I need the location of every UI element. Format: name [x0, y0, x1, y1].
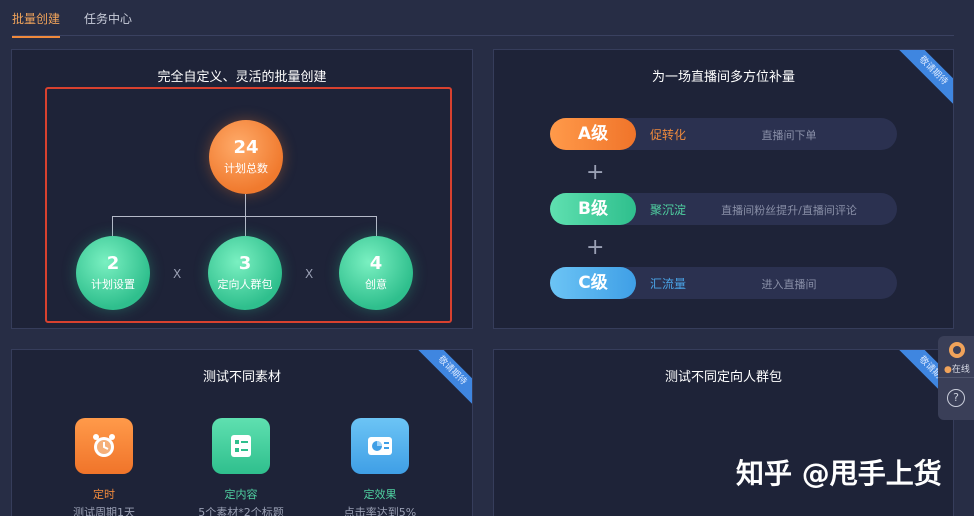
- level-a-desc: 直播间下单: [761, 129, 817, 142]
- card-title: 测试不同素材: [202, 370, 281, 385]
- plan-settings-value: 2: [106, 253, 120, 274]
- plan-settings-circle: 2 计划设置: [76, 236, 150, 310]
- org-chart-box: 24 计划总数 2 计划设置 X 3 定向人群包 X 4 创意: [45, 87, 452, 323]
- floating-service-widget: ●在线 ?: [938, 336, 974, 420]
- level-b-name: 聚沉淀: [650, 203, 687, 217]
- card-live-boost: 为一场直播间多方位补量 敬请期待 A级 促转化 直播间下单 + B级 聚沉淀 直…: [493, 49, 954, 329]
- plan-settings-label: 计划设置: [91, 278, 135, 291]
- multiply-sign: X: [173, 267, 182, 281]
- help-icon[interactable]: ?: [947, 389, 965, 407]
- card-title: 完全自定义、灵活的批量创建: [157, 70, 327, 85]
- creative-circle: 4 创意: [339, 236, 413, 310]
- online-status: ●在线: [944, 362, 970, 375]
- card-test-materials: 测试不同素材 敬请期待 定时 测试周期1天 定内容 5个素材*2个标题 定效果 …: [11, 349, 473, 516]
- total-plans-value: 24: [233, 137, 259, 158]
- creative-label: 创意: [365, 278, 387, 291]
- pie-chart-icon: [351, 418, 409, 474]
- item-timing-name: 定时: [93, 488, 115, 501]
- item-effect-desc: 点击率达到5%: [343, 506, 417, 516]
- watermark: 知乎 @甩手上货: [736, 457, 942, 490]
- online-service-button[interactable]: ●在线: [938, 336, 974, 378]
- tab-bar: 批量创建 任务中心: [12, 0, 954, 38]
- tab-batch-create[interactable]: 批量创建: [12, 10, 61, 38]
- tab-task-center[interactable]: 任务中心: [84, 10, 132, 27]
- connector-line: [112, 216, 376, 217]
- connector-line: [376, 216, 377, 236]
- level-row-a[interactable]: A级 促转化 直播间下单: [550, 118, 897, 150]
- plus-sign: +: [586, 235, 605, 260]
- headset-icon: [949, 342, 965, 358]
- item-effect-name: 定效果: [363, 488, 397, 501]
- multiply-sign: X: [305, 267, 314, 281]
- level-c-badge: C级: [550, 267, 636, 299]
- level-a-name: 促转化: [650, 128, 687, 142]
- level-b-badge: B级: [550, 193, 636, 225]
- total-plans-label: 计划总数: [224, 162, 268, 175]
- level-a-badge: A级: [550, 118, 636, 150]
- connector-line: [245, 216, 246, 236]
- audience-pack-value: 3: [238, 253, 252, 274]
- item-content-desc: 5个素材*2个标题: [198, 506, 284, 516]
- level-c-name: 汇流量: [650, 277, 687, 291]
- audience-pack-circle: 3 定向人群包: [208, 236, 282, 310]
- item-timing-desc: 测试周期1天: [73, 506, 135, 516]
- card-batch-create: 完全自定义、灵活的批量创建 24 计划总数 2 计划设置 X 3 定向人群包 X…: [11, 49, 473, 329]
- audience-pack-label: 定向人群包: [217, 278, 273, 291]
- level-c-desc: 进入直播间: [761, 278, 817, 291]
- connector-line: [112, 216, 113, 236]
- level-b-desc: 直播间粉丝提升/直播间评论: [721, 204, 857, 217]
- content-list-icon: [212, 418, 270, 474]
- card-title: 为一场直播间多方位补量: [651, 70, 795, 85]
- plus-sign: +: [586, 160, 605, 185]
- connector-line: [245, 194, 246, 216]
- total-plans-circle: 24 计划总数: [209, 120, 283, 194]
- alarm-clock-icon: [75, 418, 133, 474]
- item-content-name: 定内容: [224, 488, 258, 501]
- online-dot-icon: ●: [944, 365, 952, 375]
- card-title: 测试不同定向人群包: [664, 370, 782, 385]
- level-row-b[interactable]: B级 聚沉淀 直播间粉丝提升/直播间评论: [550, 193, 897, 225]
- online-label: 在线: [951, 365, 970, 375]
- level-row-c[interactable]: C级 汇流量 进入直播间: [550, 267, 897, 299]
- creative-value: 4: [369, 253, 383, 274]
